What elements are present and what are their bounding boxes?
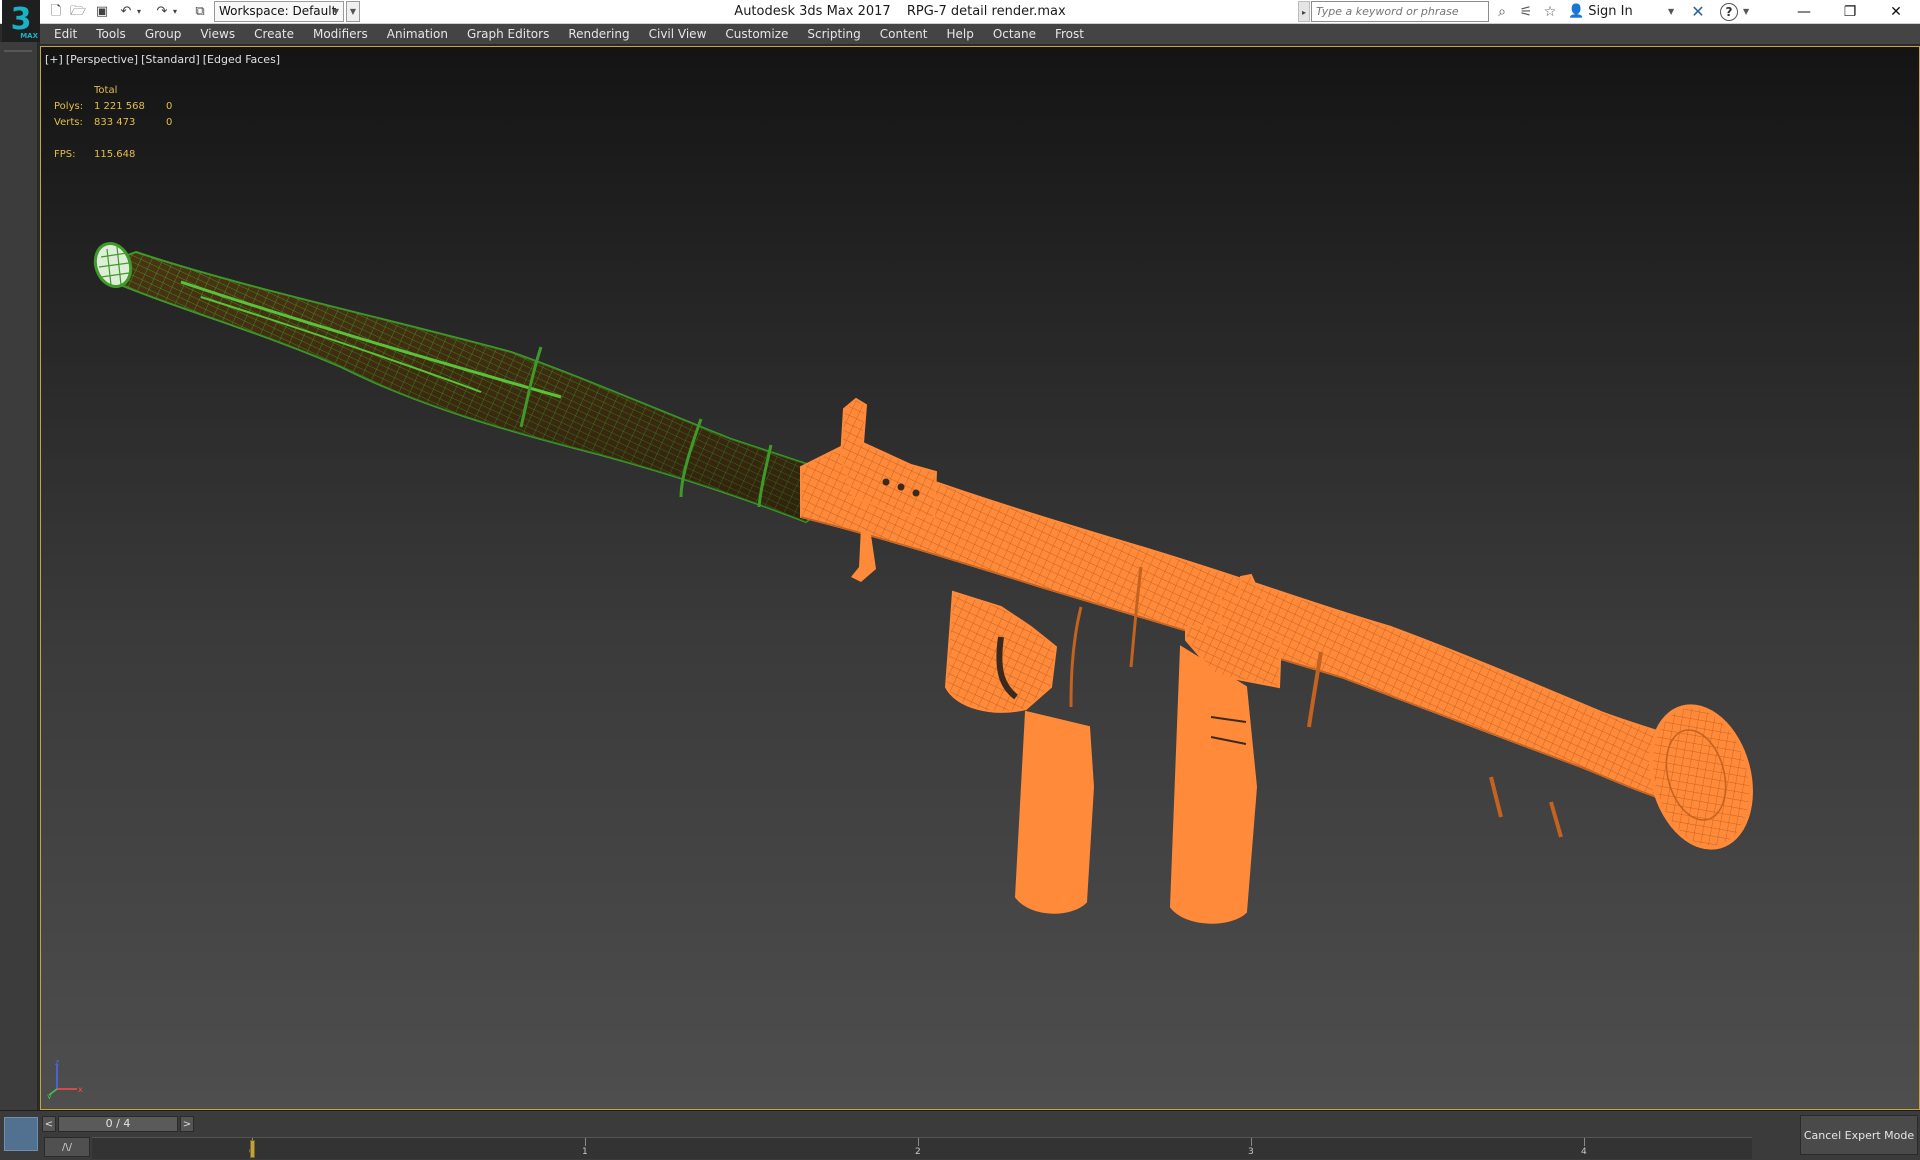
workspace-dropdown[interactable]: Workspace: Default ▼: [214, 1, 344, 22]
open-file-icon[interactable]: 🗁: [68, 2, 88, 22]
window-title: Autodesk 3ds Max 2017 RPG-7 detail rende…: [600, 0, 1200, 24]
quick-access-customize-icon[interactable]: ▼: [346, 1, 360, 22]
warhead-mesh[interactable]: [90, 239, 833, 524]
menu-item-tools[interactable]: Tools: [96, 24, 126, 45]
star-icon[interactable]: ☆: [1540, 2, 1560, 22]
menu-item-create[interactable]: Create: [254, 24, 294, 45]
undo-icon[interactable]: ↶: [116, 2, 136, 22]
menu-list: Edit Tools Group Views Create Modifiers Animat…: [40, 24, 1920, 45]
timeline-tick-label: 1: [582, 1147, 588, 1157]
mini-curve-editor-button[interactable]: /\/: [44, 1137, 90, 1157]
menu-item-rendering[interactable]: Rendering: [568, 24, 629, 45]
restore-button[interactable]: ❐: [1828, 0, 1872, 24]
cancel-expert-mode-button[interactable]: Cancel Expert Mode: [1800, 1115, 1918, 1155]
communication-center-icon[interactable]: ⚟: [1516, 2, 1536, 22]
menu-item-civil-view[interactable]: Civil View: [649, 24, 707, 45]
perspective-viewport[interactable]: [+] [Perspective] [Standard] [Edged Faces] …: [40, 46, 1920, 1110]
timeline-tick-label: 4: [1581, 1147, 1587, 1157]
menu-item-content[interactable]: Content: [880, 24, 928, 45]
redo-icon[interactable]: ↷: [152, 2, 172, 22]
app-window: 3 MAX 🗋 🗁 ▣ ↶ ▾ ↷ ▾ ⧉ Workspace: Default…: [0, 0, 1920, 1160]
menu-item-group[interactable]: Group: [145, 24, 182, 45]
axis-z-label: z: [55, 1059, 59, 1067]
viewport-layout-thumbnail[interactable]: [4, 1117, 38, 1151]
strip-divider: [4, 50, 32, 52]
file-name: RPG-7 detail render.max: [906, 4, 1066, 19]
timeline-tick: [1251, 1138, 1252, 1146]
new-file-icon[interactable]: 🗋: [46, 2, 66, 22]
menu-item-views[interactable]: Views: [200, 24, 235, 45]
left-command-strip: ▶: [0, 42, 38, 1144]
menu-item-octane[interactable]: Octane: [993, 24, 1036, 45]
timeline-tick: [1584, 1138, 1585, 1146]
timeline-tick: [918, 1138, 919, 1146]
redo-dropdown-icon[interactable]: ▾: [170, 2, 180, 22]
menu-item-graph-editors[interactable]: Graph Editors: [467, 24, 549, 45]
minimize-button[interactable]: —: [1782, 0, 1826, 24]
user-icon: 👤: [1568, 4, 1585, 19]
launcher-mesh[interactable]: [800, 397, 1766, 924]
axis-x-label: x: [78, 1085, 83, 1094]
menu-bar: Edit Tools Group Views Create Modifiers Animat…: [40, 24, 1920, 45]
time-slider[interactable]: 0 / 4: [58, 1116, 178, 1132]
frame-prev-button[interactable]: <: [42, 1116, 56, 1132]
search-input[interactable]: [1311, 1, 1489, 22]
menu-item-help[interactable]: Help: [947, 24, 974, 45]
menu-item-edit[interactable]: Edit: [54, 24, 77, 45]
frame-next-button[interactable]: >: [180, 1116, 194, 1132]
timeline-track[interactable]: 01234: [92, 1137, 1752, 1159]
search-expand-icon[interactable]: ▸: [1298, 1, 1310, 22]
help-dropdown-icon[interactable]: ▼: [1743, 2, 1749, 22]
undo-dropdown-icon[interactable]: ▾: [134, 2, 144, 22]
chevron-down-icon: ▼: [332, 7, 339, 16]
menu-item-scripting[interactable]: Scripting: [807, 24, 860, 45]
logo-sub: MAX: [20, 32, 38, 40]
menu-item-modifiers[interactable]: Modifiers: [313, 24, 368, 45]
app-logo-icon[interactable]: 3 MAX: [2, 0, 40, 42]
help-icon[interactable]: ?: [1720, 3, 1738, 21]
timeline-tick-label: 2: [915, 1147, 921, 1157]
sign-in-label: Sign In: [1588, 4, 1633, 19]
menu-item-animation[interactable]: Animation: [387, 24, 448, 45]
close-button[interactable]: ✕: [1874, 0, 1918, 24]
timeline-tick: [585, 1138, 586, 1146]
autodesk-exchange-icon[interactable]: ✕: [1688, 2, 1708, 22]
axis-gizmo-icon: z x y: [47, 1059, 83, 1099]
menu-item-frost[interactable]: Frost: [1055, 24, 1084, 45]
binoculars-icon[interactable]: ⌕: [1492, 2, 1512, 22]
timeline-panel: < 0 / 4 > /\/ 01234 Cancel Expert Mode: [0, 1110, 1920, 1160]
timeline-tick-label: 3: [1248, 1147, 1254, 1157]
rpg7-model-render[interactable]: [41, 47, 1920, 1110]
save-icon[interactable]: ▣: [92, 2, 112, 22]
app-name: Autodesk 3ds Max 2017: [734, 4, 891, 19]
time-slider-handle[interactable]: [250, 1140, 255, 1158]
workspace-label: Workspace: Default: [219, 4, 337, 18]
title-bar: 3 MAX 🗋 🗁 ▣ ↶ ▾ ↷ ▾ ⧉ Workspace: Default…: [0, 0, 1920, 42]
axis-y-label: y: [47, 1092, 52, 1099]
menu-item-customize[interactable]: Customize: [725, 24, 788, 45]
sign-in-button[interactable]: 👤 Sign In: [1568, 2, 1633, 22]
project-folder-icon[interactable]: ⧉: [190, 2, 210, 22]
sign-in-dropdown-icon[interactable]: ▼: [1668, 2, 1674, 22]
